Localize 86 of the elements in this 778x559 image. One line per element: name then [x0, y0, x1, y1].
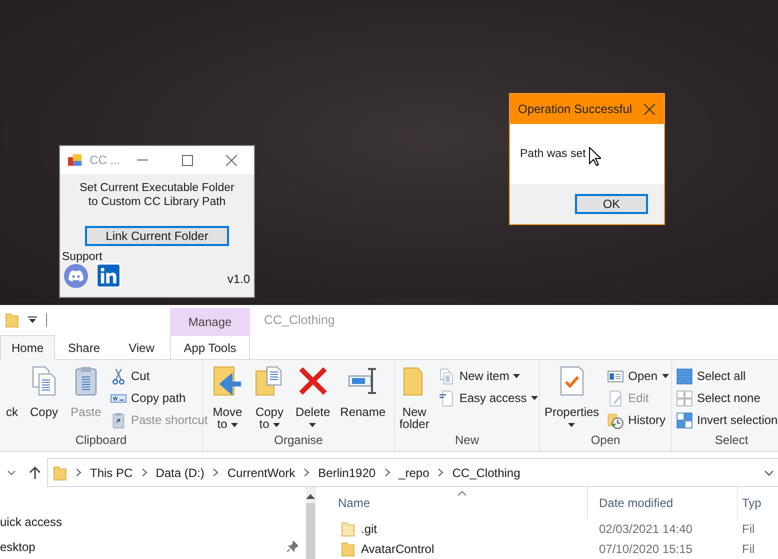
ribbon-button[interactable]: Rename	[338, 365, 388, 431]
breadcrumb[interactable]: Data (D:)	[156, 466, 204, 480]
ribbon-button[interactable]: Copy	[26, 365, 62, 431]
ribbon-button[interactable]: Move to	[209, 365, 246, 431]
scrollbar[interactable]	[306, 487, 316, 559]
breadcrumb[interactable]: CurrentWork	[227, 466, 296, 480]
chevron-right-icon	[212, 468, 220, 477]
date-cell-text: 02/03/2021 14:40	[598, 522, 694, 536]
folder-icon	[341, 520, 355, 537]
document-icon	[438, 390, 456, 406]
column-header[interactable]: Date modified	[588, 487, 738, 519]
ribbon-button[interactable]: Easy access	[438, 389, 538, 407]
column-header[interactable]: Name	[316, 487, 588, 519]
chevron-right-icon	[303, 468, 310, 477]
partial-grid-icon	[676, 412, 693, 428]
file-name-cell[interactable]: .git	[316, 520, 588, 537]
ribbon-button[interactable]: Invert selection	[676, 411, 778, 429]
column-header[interactable]: Typ	[738, 487, 778, 519]
documents-icon	[438, 368, 456, 384]
nav-item[interactable]: uick access	[0, 509, 306, 534]
grid-icon	[676, 368, 693, 384]
ribbon-button[interactable]: Select all	[676, 367, 778, 385]
window-title: CC ...	[90, 153, 120, 167]
ribbon-button[interactable]: Select none	[676, 389, 778, 407]
folder-arrow-icon	[211, 365, 244, 397]
ribbon-button[interactable]: New folder	[396, 365, 432, 431]
ribbon-button[interactable]: Cut	[110, 367, 208, 385]
date-cell-text: 07/10/2020 15:15	[598, 542, 694, 556]
ribbon-button[interactable]: Copy path	[110, 389, 208, 407]
clipboard-shortcut-icon	[110, 412, 127, 428]
scissors-icon	[110, 368, 127, 384]
close-icon[interactable]	[644, 104, 654, 114]
description-text: Set Current Executable Folder to Custom CC Library Path	[78, 181, 236, 209]
cross-icon	[296, 365, 329, 397]
chevron-right-icon	[437, 468, 444, 477]
chevron-right-icon	[75, 468, 82, 477]
maximize-icon[interactable]	[182, 154, 193, 166]
folder-icon	[53, 464, 67, 480]
ribbon-button[interactable]: Copy to	[251, 365, 288, 431]
version-label: v1.0	[227, 272, 250, 288]
ribbon-button[interactable]: New item	[438, 367, 538, 385]
address-bar[interactable]: This PC Data (D:) CurrentWork Berlin1920 _repo CC_Clothing	[47, 458, 778, 487]
cursor-icon	[589, 147, 601, 166]
sort-caret-icon	[457, 490, 467, 496]
dialog-message: Path was set	[520, 148, 586, 160]
ribbon-button[interactable]: ck	[4, 365, 20, 431]
breadcrumb[interactable]: Berlin1920	[318, 466, 376, 480]
folder-icon	[5, 312, 19, 328]
ribbon-button[interactable]: Properties	[542, 365, 602, 431]
rename-field-icon	[346, 365, 379, 397]
chat-logo-icon[interactable]	[64, 264, 88, 288]
context-tab-header: Manage	[170, 308, 250, 335]
chevron-down-icon[interactable]	[764, 470, 774, 476]
chevron-right-icon	[384, 468, 391, 477]
window-title: CC_Clothing	[264, 313, 335, 327]
ok-button[interactable]: OK	[575, 194, 648, 214]
group-label: Open	[590, 432, 620, 449]
link-folder-button[interactable]: Link Current Folder	[85, 226, 229, 246]
ribbon-button[interactable]: Open	[607, 367, 669, 385]
folder-clock-icon	[607, 412, 624, 428]
scroll-up-icon[interactable]	[306, 493, 316, 499]
type-cell-text: Fil	[741, 542, 756, 556]
ribbon-button[interactable]: History	[607, 411, 669, 429]
group-label: Organise	[274, 432, 323, 449]
minimize-icon[interactable]	[137, 159, 148, 161]
chevron-right-icon	[140, 468, 148, 477]
breadcrumb[interactable]: _repo	[398, 466, 430, 480]
network-logo-icon[interactable]	[96, 263, 121, 288]
group-label: New	[454, 432, 479, 449]
folder-icon	[341, 540, 355, 557]
nav-item[interactable]: esktop	[0, 534, 306, 559]
app-icon	[68, 154, 82, 166]
support-label: Support	[62, 251, 104, 263]
file-name-cell[interactable]: AvatarControl	[316, 540, 588, 557]
empty-grid-icon	[676, 390, 693, 406]
ribbon-button[interactable]: Delete	[293, 365, 332, 431]
ribbon-tab[interactable]: App Tools	[170, 335, 250, 359]
type-cell-text: Fil	[741, 522, 756, 536]
group-label: Select	[714, 432, 748, 449]
dialog-title: Operation Successful	[518, 102, 634, 116]
close-icon[interactable]	[226, 154, 238, 166]
breadcrumb[interactable]: This PC	[90, 466, 133, 480]
customize-toolbar-icon[interactable]	[28, 316, 37, 324]
breadcrumb[interactable]: CC_Clothing	[452, 466, 520, 480]
ribbon-tab[interactable]: Home	[0, 335, 55, 360]
group-label: Clipboard	[75, 432, 127, 449]
